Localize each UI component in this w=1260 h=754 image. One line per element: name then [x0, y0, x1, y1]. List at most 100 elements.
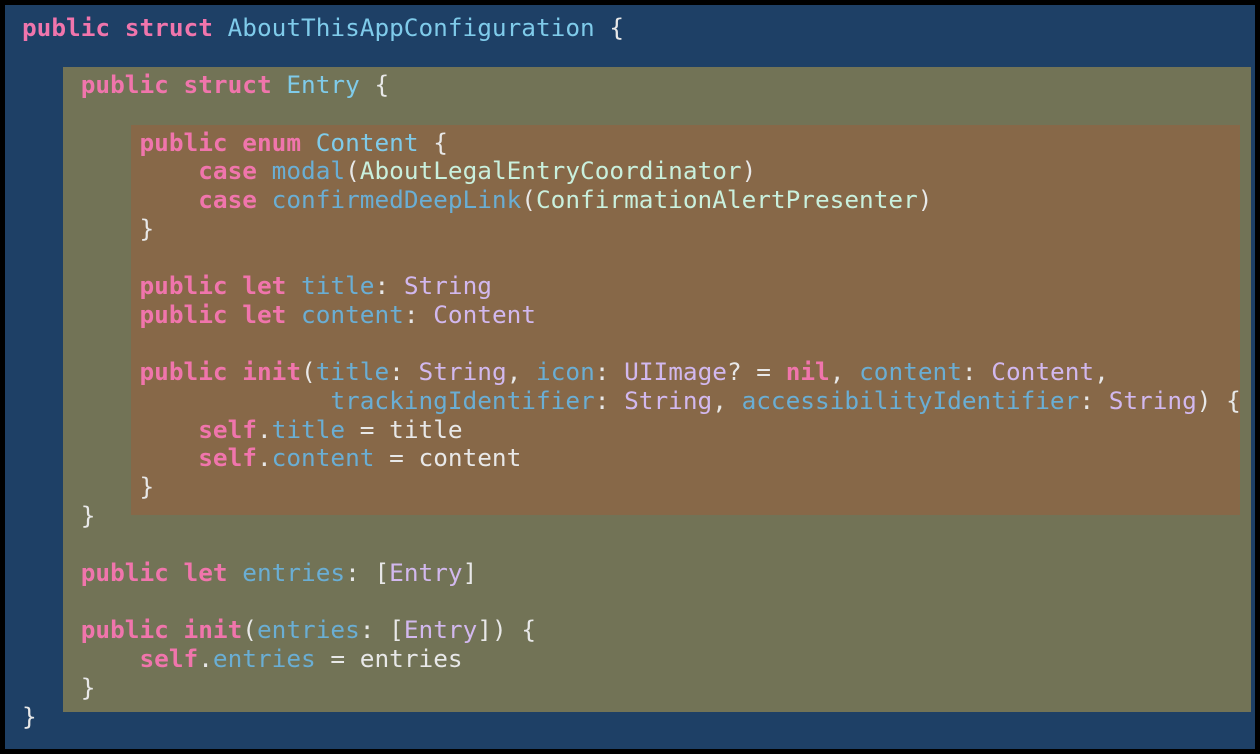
code-line: public init(entries: [Entry]) { [22, 616, 1241, 645]
code-token-plain-text [110, 13, 125, 42]
code-token-property-name: content [271, 443, 375, 473]
code-token-type-name: Entry [286, 70, 360, 100]
code-token-keyword: let [242, 299, 287, 329]
code-token-plain-text: ( [521, 185, 536, 215]
code-line: trackingIdentifier: String, accessibilit… [22, 385, 1241, 416]
code-token-keyword: init [242, 357, 302, 387]
code-screenshot-frame: public struct AboutThisAppConfiguration … [5, 5, 1255, 749]
code-line: case confirmedDeepLink(ConfirmationAlert… [22, 185, 1241, 215]
code-token-type-reference: String [403, 271, 492, 301]
code-token-plain-text [22, 386, 330, 415]
code-token-plain-text: ] [462, 558, 478, 588]
code-token-plain-text [22, 156, 198, 185]
code-token-plain-text [22, 185, 198, 214]
code-token-plain-text: { [594, 13, 625, 42]
code-token-property-name: content [859, 357, 962, 387]
code-token-plain-text: : [ [345, 558, 390, 588]
code-token-plain-text: ? = [726, 357, 786, 387]
code-token-type-reference: String [624, 385, 713, 415]
code-token-plain-text [286, 300, 301, 329]
code-token-plain-text: ) { [1196, 385, 1241, 415]
code-token-property-name: accessibilityIdentifier [741, 385, 1080, 415]
code-token-class-reference: ConfirmationAlertPresenter [535, 185, 918, 215]
code-token-type-reference: Entry [403, 615, 478, 645]
code-line: self.entries = entries [22, 644, 1241, 674]
code-line: self.title = title [22, 414, 1241, 445]
code-token-plain-text: : [594, 357, 625, 387]
code-token-plain-text [301, 128, 316, 157]
code-token-plain-text [228, 271, 243, 300]
code-token-plain-text [169, 615, 184, 644]
code-token-plain-text: , [712, 385, 742, 415]
code-token-plain-text: } [22, 213, 155, 243]
code-line: } [22, 701, 1241, 732]
code-token-property-name: entries [256, 615, 360, 645]
code-token-plain-text [228, 357, 243, 386]
code-token-type-reference: Entry [389, 558, 463, 588]
code-token-keyword: enum [242, 127, 302, 157]
code-token-plain-text: , [1094, 357, 1109, 387]
code-line: case modal(AboutLegalEntryCoordinator) [22, 157, 1241, 186]
code-token-plain-text: , [829, 357, 860, 387]
code-token-property-name: title [301, 271, 375, 301]
code-token-plain-text: . [198, 644, 213, 674]
code-token-plain-text: : [1079, 385, 1109, 415]
code-token-keyword: public [80, 615, 169, 645]
code-token-type-reference: String [1108, 385, 1197, 415]
code-token-class-reference: AboutLegalEntryCoordinator [359, 156, 742, 186]
code-token-plain-text: : [389, 357, 419, 387]
code-token-plain-text [228, 558, 243, 587]
code-token-keyword: nil [785, 357, 830, 387]
code-token-plain-text [169, 70, 184, 99]
code-token-keyword: init [183, 615, 243, 645]
code-token-plain-text: : [ [359, 615, 404, 645]
code-token-keyword: public [80, 70, 169, 100]
code-token-plain-text: } [22, 500, 96, 530]
code-token-keyword: public [139, 299, 228, 329]
code-token-plain-text [22, 415, 198, 444]
code-token-plain-text: { [418, 127, 448, 157]
code-token-plain-text [228, 300, 243, 329]
code-token-keyword: case [198, 156, 257, 186]
code-token-type-reference: UIImage [624, 357, 727, 387]
code-token-property-name: entries [242, 558, 346, 588]
code-token-plain-text: : [961, 357, 992, 387]
code-token-type-reference: String [418, 357, 507, 387]
code-token-plain-text [22, 357, 139, 386]
code-token-plain-text [22, 128, 139, 157]
code-line: public init(title: String, icon: UIImage… [22, 357, 1241, 387]
code-token-keyword: struct [183, 70, 272, 100]
code-token-plain-text: ]) { [477, 615, 537, 645]
code-token-plain-text [257, 156, 272, 185]
code-token-plain-text [22, 558, 81, 587]
code-token-keyword: self [198, 414, 257, 444]
code-token-plain-text [286, 271, 301, 300]
code-token-plain-text: ( [301, 357, 316, 387]
code-token-type-name: Content [315, 127, 419, 157]
code-token-type-reference: Content [433, 299, 536, 329]
code-line: public struct Entry { [22, 71, 1241, 100]
code-token-property-name: title [315, 357, 390, 387]
code-token-plain-text: } [22, 701, 37, 731]
code-token-plain-text [22, 615, 81, 644]
code-token-keyword: public [139, 271, 228, 301]
code-token-plain-text: ( [345, 156, 360, 186]
code-line: } [22, 213, 1241, 244]
code-token-plain-text [169, 558, 184, 587]
code-line: } [22, 500, 1241, 531]
code-token-type-name: AboutThisAppConfiguration [227, 13, 595, 42]
code-token-keyword: public [139, 357, 228, 387]
code-line: public enum Content { [22, 127, 1241, 158]
code-line: self.content = content [22, 443, 1241, 473]
code-token-property-name: title [271, 414, 346, 444]
code-token-plain-text: { [359, 70, 390, 100]
code-token-plain-text: ) [917, 185, 933, 215]
code-token-keyword: public [139, 127, 228, 157]
code-token-keyword: self [198, 443, 257, 473]
